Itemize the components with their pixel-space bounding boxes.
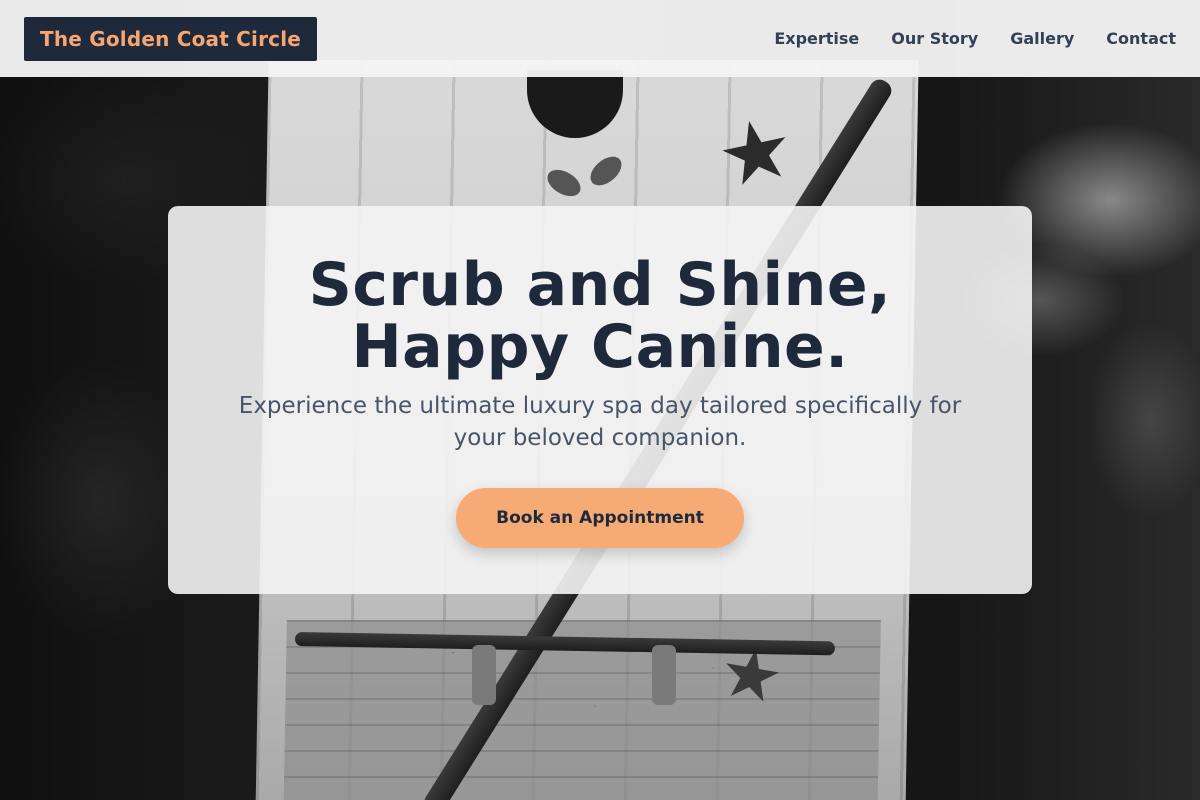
- peg-shape: [652, 645, 676, 705]
- site-header: The Golden Coat Circle Expertise Our Sto…: [0, 0, 1200, 77]
- hero-subtitle: Experience the ultimate luxury spa day t…: [238, 393, 962, 451]
- book-appointment-button[interactable]: Book an Appointment: [456, 488, 744, 548]
- nav-link-gallery[interactable]: Gallery: [1010, 29, 1074, 48]
- main-nav: Expertise Our Story Gallery Contact: [774, 29, 1176, 48]
- hero-title-line2: Happy Canine.: [351, 312, 849, 382]
- hero-title-line1: Scrub and Shine,: [308, 250, 892, 320]
- nav-link-contact[interactable]: Contact: [1106, 29, 1176, 48]
- brand-logo[interactable]: The Golden Coat Circle: [24, 16, 318, 61]
- nav-link-expertise[interactable]: Expertise: [774, 29, 859, 48]
- peg-shape: [472, 645, 496, 705]
- nav-link-our-story[interactable]: Our Story: [891, 29, 978, 48]
- hero-card: Scrub and Shine, Happy Canine. Experienc…: [168, 206, 1032, 594]
- hero-title: Scrub and Shine, Happy Canine.: [168, 254, 1032, 378]
